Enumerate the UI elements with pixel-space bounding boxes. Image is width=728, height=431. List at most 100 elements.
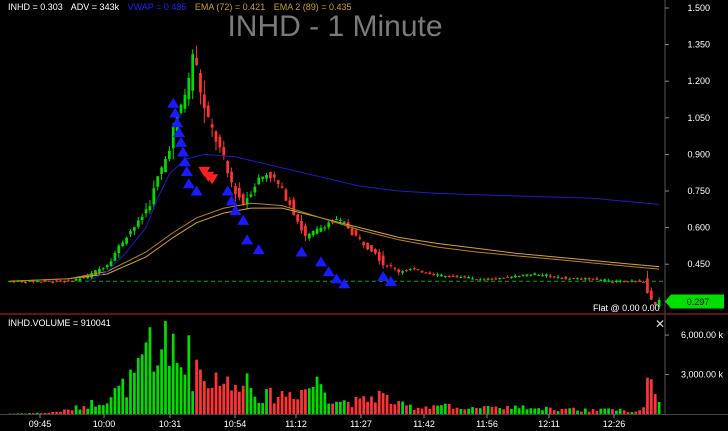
volume-bar <box>622 410 626 414</box>
volume-bar <box>241 385 245 414</box>
candle-body <box>339 219 342 221</box>
volume-bar <box>529 408 533 414</box>
volume-bar <box>436 405 439 414</box>
volume-bar <box>576 410 579 414</box>
close-volume-pane-icon[interactable]: ✕ <box>655 317 665 331</box>
volume-bar <box>28 413 31 414</box>
candle-body <box>510 276 513 278</box>
candle-body <box>276 180 280 185</box>
candle-body <box>607 280 610 282</box>
candle-body <box>498 277 502 279</box>
volume-bar <box>109 397 113 414</box>
volume-bar <box>78 409 82 414</box>
volume-bar <box>66 409 70 414</box>
volume-bar <box>51 411 55 414</box>
buy-arrow <box>167 97 180 108</box>
volume-bar <box>405 405 408 414</box>
volume-bar <box>237 391 241 414</box>
volume-bar <box>393 404 397 414</box>
volume-bar <box>412 409 416 414</box>
candle-body <box>529 274 533 276</box>
candle-body <box>459 276 463 278</box>
candle-body <box>560 277 564 279</box>
volume-bar <box>304 389 307 414</box>
chart-canvas: 1.500 1.350 1.200 1.050 0.900 0.750 0.600 0.450… <box>0 0 728 429</box>
buy-arrow <box>173 127 186 137</box>
volume-bar <box>323 392 327 414</box>
candle-body <box>630 280 634 282</box>
time-tick-label: 10:31 <box>159 419 182 429</box>
candle-body <box>564 277 568 279</box>
volume-bar <box>265 389 268 414</box>
volume-bar <box>506 406 509 414</box>
candle-body <box>385 265 389 267</box>
price-tick-label: 1.050 <box>687 113 710 123</box>
candle-body <box>381 255 385 266</box>
volume-bar <box>510 408 513 414</box>
volume-bar <box>331 403 334 414</box>
candle-body <box>144 209 148 214</box>
volume-bar <box>649 379 653 414</box>
candle-body <box>537 274 540 276</box>
volume-bar <box>362 396 366 414</box>
volume-bar <box>541 410 544 414</box>
candle-body <box>634 281 638 283</box>
volume-bar <box>59 411 62 414</box>
volume-bar <box>397 401 401 414</box>
candle-body <box>475 279 478 281</box>
volume-bar <box>39 413 43 414</box>
candle-body <box>284 189 288 201</box>
candle-body <box>253 186 257 193</box>
volume-bar <box>269 387 272 414</box>
volume-bar <box>311 386 315 414</box>
volume-bar <box>133 372 136 414</box>
candle-body <box>443 276 447 278</box>
volume-bar <box>478 408 482 414</box>
volume-bar <box>296 399 299 414</box>
volume-bar <box>16 413 20 414</box>
volume-bar <box>545 406 548 414</box>
candle-body <box>272 174 276 178</box>
candle-body <box>269 171 272 179</box>
candle-body <box>374 249 377 254</box>
ema89-line <box>9 207 660 282</box>
volume-bar <box>327 403 331 414</box>
volume-bar <box>587 411 591 414</box>
candle-body <box>541 275 544 277</box>
volume-bar <box>55 411 59 414</box>
candle-body <box>296 214 299 222</box>
volume-bar <box>603 408 607 414</box>
volume-bar <box>63 409 66 414</box>
volume-bar <box>471 407 474 414</box>
volume-bar <box>358 398 362 414</box>
trade-arrows <box>167 97 397 289</box>
candles <box>8 45 661 309</box>
volume-bar <box>307 388 311 414</box>
volume-bar <box>117 385 121 414</box>
candle-body <box>148 206 152 211</box>
candle-body <box>517 276 521 278</box>
candle-body <box>513 275 517 278</box>
candle-body <box>580 278 583 280</box>
candle-body <box>218 136 222 148</box>
volume-bar <box>572 407 575 414</box>
candle-body <box>55 280 59 282</box>
candle-body <box>572 278 575 280</box>
candle-body <box>199 73 202 93</box>
candle-body <box>638 280 642 282</box>
candle-body <box>525 274 529 276</box>
volume-bar <box>113 388 117 414</box>
candle-body <box>556 276 560 278</box>
candle-body <box>478 279 482 281</box>
volume-tick-label: 3,000.00 k <box>681 370 724 380</box>
candle-body <box>179 104 183 113</box>
candle-body <box>222 147 226 157</box>
volume-bar <box>502 409 506 414</box>
vwap-line <box>87 153 660 282</box>
candle-body <box>576 278 579 280</box>
candle-body <box>362 241 366 246</box>
candle-body <box>405 270 408 272</box>
candle-body <box>533 273 537 275</box>
volume-bar <box>195 359 198 414</box>
candle-body <box>389 265 393 267</box>
